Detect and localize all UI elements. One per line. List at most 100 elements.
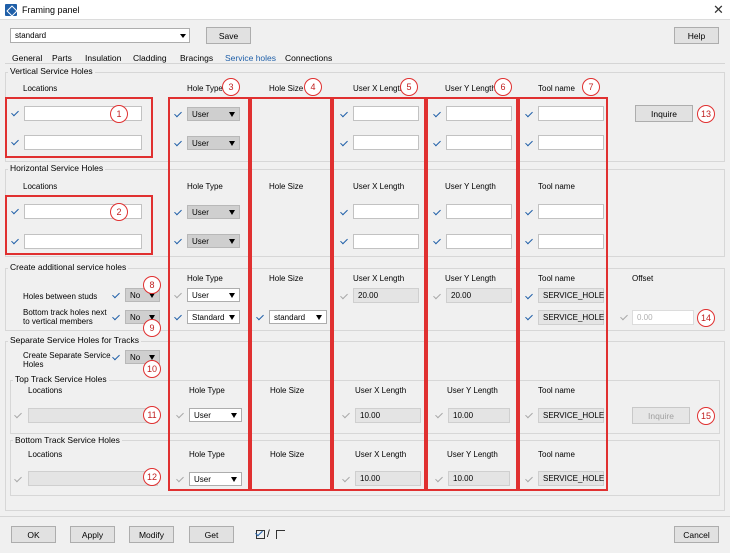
- location-input[interactable]: [24, 234, 142, 249]
- tool-name-input[interactable]: [538, 106, 604, 121]
- inquire-button-disabled[interactable]: Inquire: [632, 407, 690, 424]
- tool-name-checkbox[interactable]: [525, 139, 535, 149]
- tool-name-checkbox[interactable]: [525, 313, 535, 323]
- hole-type-select[interactable]: User: [187, 107, 240, 121]
- location-checkbox[interactable]: [11, 207, 21, 217]
- header-user-y: User Y Length: [445, 274, 496, 283]
- location-checkbox[interactable]: [14, 411, 24, 421]
- location-input[interactable]: [28, 408, 158, 423]
- ok-button[interactable]: OK: [11, 526, 56, 543]
- create-separate-checkbox[interactable]: [112, 353, 122, 363]
- location-input[interactable]: [28, 471, 158, 486]
- hole-type-checkbox[interactable]: [174, 139, 184, 149]
- location-checkbox[interactable]: [14, 475, 24, 485]
- user-y-input[interactable]: [446, 135, 512, 150]
- user-x-checkbox[interactable]: [340, 208, 350, 218]
- cancel-button[interactable]: Cancel: [674, 526, 719, 543]
- user-x-checkbox[interactable]: [342, 411, 352, 421]
- inquire-button[interactable]: Inquire: [635, 105, 693, 122]
- tool-name-input[interactable]: SERVICE_HOLE: [538, 408, 604, 423]
- close-icon[interactable]: ✕: [713, 2, 724, 18]
- user-y-checkbox[interactable]: [433, 292, 443, 302]
- hole-type-select[interactable]: Standard: [187, 310, 240, 324]
- tab-parts[interactable]: Parts: [52, 53, 72, 63]
- location-checkbox[interactable]: [11, 109, 21, 119]
- user-y-input[interactable]: [446, 204, 512, 219]
- user-y-checkbox[interactable]: [433, 139, 443, 149]
- user-x-input[interactable]: [353, 204, 419, 219]
- get-button[interactable]: Get: [189, 526, 234, 543]
- tool-name-input[interactable]: [538, 234, 604, 249]
- user-y-checkbox[interactable]: [435, 411, 445, 421]
- user-x-checkbox[interactable]: [340, 292, 350, 302]
- offset-input[interactable]: 0.00: [632, 310, 694, 325]
- hole-type-checkbox[interactable]: [176, 475, 186, 485]
- hole-size-select[interactable]: standard: [269, 310, 327, 324]
- user-x-input[interactable]: 20.00: [353, 288, 419, 303]
- tab-cladding[interactable]: Cladding: [133, 53, 167, 63]
- location-checkbox[interactable]: [11, 138, 21, 148]
- hole-type-select[interactable]: User: [189, 408, 242, 422]
- chevron-down-icon: [231, 413, 237, 418]
- hole-type-select[interactable]: User: [187, 205, 240, 219]
- tool-name-checkbox[interactable]: [525, 292, 535, 302]
- hole-size-checkbox[interactable]: [256, 313, 266, 323]
- tool-name-checkbox[interactable]: [525, 411, 535, 421]
- tool-name-checkbox[interactable]: [525, 208, 535, 218]
- hole-type-checkbox[interactable]: [174, 313, 184, 323]
- header-user-x: User X Length: [353, 84, 405, 93]
- modify-button[interactable]: Modify: [129, 526, 174, 543]
- hole-type-checkbox[interactable]: [174, 291, 184, 301]
- user-y-checkbox[interactable]: [435, 475, 445, 485]
- location-input[interactable]: [24, 135, 142, 150]
- save-button[interactable]: Save: [206, 27, 251, 44]
- hole-type-checkbox[interactable]: [174, 110, 184, 120]
- user-y-input[interactable]: [446, 234, 512, 249]
- tab-connections[interactable]: Connections: [285, 53, 332, 63]
- user-x-checkbox[interactable]: [340, 139, 350, 149]
- user-x-input[interactable]: 10.00: [355, 471, 421, 486]
- tab-insulation[interactable]: Insulation: [85, 53, 121, 63]
- hole-type-checkbox[interactable]: [174, 237, 184, 247]
- user-x-checkbox[interactable]: [342, 475, 352, 485]
- user-y-input[interactable]: [446, 106, 512, 121]
- hole-type-select[interactable]: User: [187, 234, 240, 248]
- tab-general[interactable]: General: [12, 53, 42, 63]
- user-x-input[interactable]: 10.00: [355, 408, 421, 423]
- user-x-checkbox[interactable]: [340, 110, 350, 120]
- user-y-checkbox[interactable]: [433, 110, 443, 120]
- tool-name-input[interactable]: [538, 204, 604, 219]
- preset-dropdown[interactable]: standard: [10, 28, 190, 43]
- holes-between-studs-checkbox[interactable]: [112, 291, 122, 301]
- bottom-track-holes-checkbox[interactable]: [112, 313, 122, 323]
- help-button[interactable]: Help: [674, 27, 719, 44]
- user-y-input[interactable]: 20.00: [446, 288, 512, 303]
- tool-name-input[interactable]: SERVICE_HOLE: [538, 288, 604, 303]
- user-x-input[interactable]: [353, 106, 419, 121]
- offset-checkbox[interactable]: [620, 313, 630, 323]
- hole-type-select[interactable]: User: [187, 288, 240, 302]
- tool-name-checkbox[interactable]: [525, 110, 535, 120]
- uncheck-all-icon[interactable]: [276, 530, 285, 539]
- hole-type-select[interactable]: User: [189, 472, 242, 486]
- user-y-checkbox[interactable]: [433, 208, 443, 218]
- user-y-checkbox[interactable]: [433, 237, 443, 247]
- user-y-input[interactable]: 10.00: [448, 408, 510, 423]
- header-tool-name: Tool name: [538, 84, 575, 93]
- hole-type-select[interactable]: User: [187, 136, 240, 150]
- tool-name-input[interactable]: [538, 135, 604, 150]
- hole-type-checkbox[interactable]: [174, 208, 184, 218]
- tool-name-input[interactable]: SERVICE_HOLE: [538, 310, 604, 325]
- tab-bracings[interactable]: Bracings: [180, 53, 213, 63]
- tool-name-checkbox[interactable]: [525, 475, 535, 485]
- hole-type-checkbox[interactable]: [176, 411, 186, 421]
- apply-button[interactable]: Apply: [70, 526, 115, 543]
- tool-name-input[interactable]: SERVICE_HOLE: [538, 471, 604, 486]
- user-x-checkbox[interactable]: [340, 237, 350, 247]
- user-y-input[interactable]: 10.00: [448, 471, 510, 486]
- tool-name-checkbox[interactable]: [525, 237, 535, 247]
- user-x-input[interactable]: [353, 135, 419, 150]
- user-x-input[interactable]: [353, 234, 419, 249]
- location-checkbox[interactable]: [11, 237, 21, 247]
- annotation-marker: 13: [697, 105, 715, 123]
